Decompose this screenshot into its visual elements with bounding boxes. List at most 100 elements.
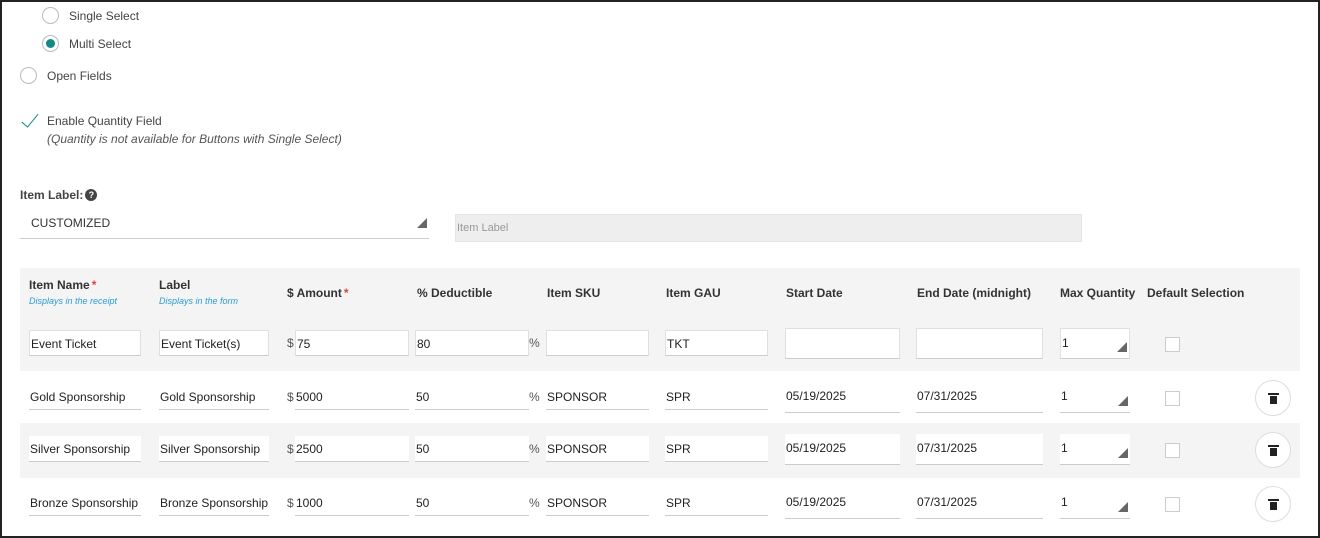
max-quantity-select[interactable]: 1 (1060, 328, 1130, 359)
header-gau: Item GAU (666, 286, 721, 300)
deductible-input[interactable]: 50 (415, 384, 529, 410)
amount-input[interactable]: 75 (295, 330, 409, 356)
end-date-input[interactable]: 07/31/2025 (916, 488, 1043, 519)
table-row: Event Ticket Event Ticket(s) $ 75 80 % T… (20, 319, 1300, 371)
header-sku: Item SKU (547, 286, 601, 300)
dropdown-arrow-icon (1118, 502, 1128, 512)
delete-row-button[interactable] (1255, 432, 1291, 468)
label-input[interactable]: Gold Sponsorship (159, 384, 269, 410)
amount-input[interactable]: 2500 (295, 436, 409, 462)
trash-icon (1267, 392, 1279, 404)
enable-quantity-checkbox[interactable] (20, 112, 40, 132)
open-fields-label: Open Fields (47, 68, 112, 83)
header-end-date: End Date (midnight) (917, 286, 1031, 300)
item-label-title: Item Label: (20, 188, 84, 202)
required-mark: * (91, 278, 97, 292)
single-select-option[interactable]: Single Select (42, 7, 139, 24)
enable-quantity-option[interactable]: Enable Quantity Field (Quantity is not a… (20, 112, 342, 148)
header-item-name-hint: Displays in the receipt (29, 296, 118, 306)
header-item-name-label: Item Name (29, 278, 90, 292)
amount-input[interactable]: 5000 (295, 384, 409, 410)
deductible-input[interactable]: 50 (415, 490, 529, 516)
amount-input[interactable]: 1000 (295, 490, 409, 516)
start-date-input[interactable]: 05/19/2025 (785, 434, 900, 465)
delete-row-button[interactable] (1255, 380, 1291, 416)
currency-prefix: $ (287, 496, 294, 510)
percent-suffix: % (529, 336, 540, 350)
sku-input[interactable] (546, 330, 649, 356)
header-label-hint: Displays in the form (159, 296, 239, 306)
item-name-input[interactable]: Event Ticket (29, 330, 141, 356)
max-quantity-value: 1 (1061, 441, 1068, 455)
end-date-input[interactable] (916, 328, 1043, 359)
gau-input[interactable]: SPR (665, 436, 768, 462)
currency-prefix: $ (287, 336, 294, 350)
label-input[interactable]: Bronze Sponsorship (159, 490, 269, 516)
max-quantity-value: 1 (1061, 389, 1068, 403)
table-row: Silver Sponsorship Silver Sponsorship $ … (20, 423, 1300, 478)
open-fields-radio[interactable] (20, 67, 37, 84)
default-selection-checkbox[interactable] (1165, 391, 1180, 406)
default-selection-checkbox[interactable] (1165, 337, 1180, 352)
max-quantity-value: 1 (1062, 336, 1069, 350)
multi-select-option[interactable]: Multi Select (42, 35, 131, 52)
item-name-input[interactable]: Silver Sponsorship (29, 436, 141, 462)
dropdown-arrow-icon (417, 218, 427, 228)
end-date-input[interactable]: 07/31/2025 (916, 382, 1043, 413)
label-input[interactable]: Event Ticket(s) (159, 330, 269, 356)
sku-input[interactable]: SPONSOR (546, 384, 649, 410)
max-quantity-select[interactable]: 1 (1060, 488, 1130, 519)
sku-input[interactable]: SPONSOR (546, 490, 649, 516)
item-label-select-value: CUSTOMIZED (31, 216, 111, 230)
delete-row-button[interactable] (1255, 486, 1291, 522)
currency-prefix: $ (287, 442, 294, 456)
end-date-input[interactable]: 07/31/2025 (916, 434, 1043, 465)
currency-prefix: $ (287, 390, 294, 404)
item-label-heading: Item Label: ? (20, 188, 98, 202)
deductible-input[interactable]: 50 (415, 436, 529, 462)
header-start-date: Start Date (786, 286, 843, 300)
trash-icon (1267, 444, 1279, 456)
header-amount: $ Amount * (287, 286, 349, 300)
max-quantity-select[interactable]: 1 (1060, 382, 1130, 413)
items-table: Item Name * Displays in the receipt Label… (20, 268, 1300, 530)
gau-input[interactable]: TKT (665, 330, 768, 356)
max-quantity-select[interactable]: 1 (1060, 434, 1130, 465)
trash-icon (1267, 498, 1279, 510)
multi-select-label: Multi Select (69, 36, 132, 51)
start-date-input[interactable] (785, 328, 900, 359)
header-label-text: Label (159, 278, 191, 292)
single-select-label: Single Select (69, 8, 140, 23)
dropdown-arrow-icon (1118, 396, 1128, 406)
table-row: Gold Sponsorship Gold Sponsorship $ 5000… (20, 371, 1300, 423)
dropdown-arrow-icon (1117, 342, 1127, 352)
multi-select-radio[interactable] (42, 35, 59, 52)
label-input[interactable]: Silver Sponsorship (159, 436, 269, 462)
default-selection-checkbox[interactable] (1165, 443, 1180, 458)
required-mark: * (343, 286, 349, 300)
header-deductible: % Deductible (417, 286, 493, 300)
help-icon[interactable]: ? (85, 189, 98, 201)
header-label: Label Displays in the form (159, 278, 238, 306)
percent-suffix: % (529, 496, 540, 510)
open-fields-option[interactable]: Open Fields (20, 67, 112, 84)
percent-suffix: % (529, 390, 540, 404)
enable-quantity-label: Enable Quantity Field (47, 114, 162, 128)
max-quantity-value: 1 (1061, 495, 1068, 509)
gau-input[interactable]: SPR (665, 384, 768, 410)
item-settings-panel: Single Select Multi Select Open Fields E… (0, 0, 1320, 538)
start-date-input[interactable]: 05/19/2025 (785, 382, 900, 413)
default-selection-checkbox[interactable] (1165, 497, 1180, 512)
item-name-input[interactable]: Bronze Sponsorship (29, 490, 141, 516)
gau-input[interactable]: SPR (665, 490, 768, 516)
sku-input[interactable]: SPONSOR (546, 436, 649, 462)
table-header: Item Name * Displays in the receipt Label… (20, 268, 1300, 319)
item-name-input[interactable]: Gold Sponsorship (29, 384, 141, 410)
start-date-input[interactable]: 05/19/2025 (785, 488, 900, 519)
item-label-select[interactable]: CUSTOMIZED (20, 208, 429, 239)
percent-suffix: % (529, 442, 540, 456)
deductible-input[interactable]: 80 (415, 330, 529, 356)
item-label-input[interactable]: Item Label (455, 214, 1082, 242)
single-select-radio[interactable] (42, 7, 59, 24)
dropdown-arrow-icon (1118, 448, 1128, 458)
